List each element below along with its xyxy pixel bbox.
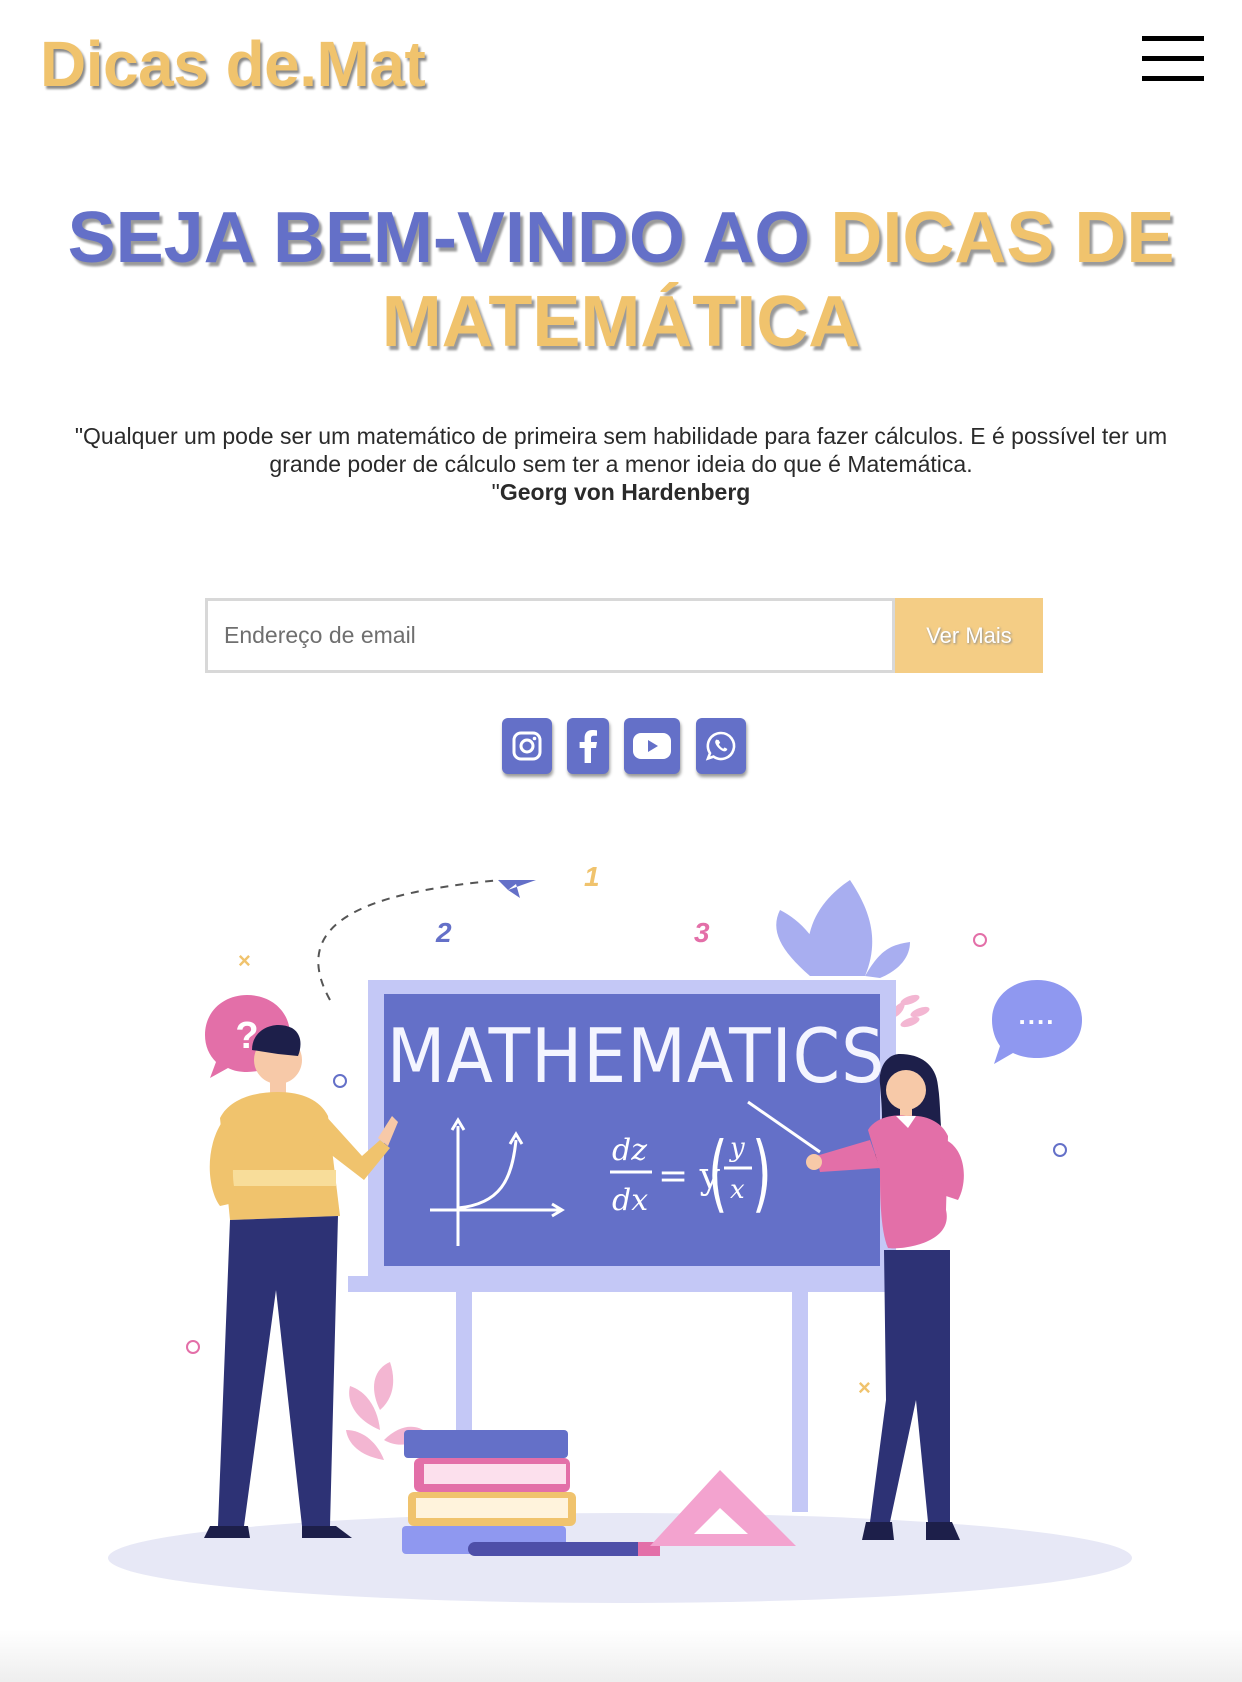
number-2: 2 [435,917,452,948]
quote-close: " [491,479,500,505]
bottom-fade [0,1630,1242,1682]
email-input[interactable] [205,598,895,673]
instagram-button[interactable] [502,718,552,774]
svg-text:): ) [752,1126,772,1223]
whatsapp-button[interactable] [696,718,746,774]
cross-mark-right: × [858,1375,871,1400]
youtube-button[interactable] [624,718,680,774]
paper-plane [498,880,536,898]
equation-dx: dx [612,1183,648,1218]
speech-dots: .... [1019,1000,1056,1030]
math-classroom-illustration: 1 2 3 × × ? .... MATHEMATICS dz dx = y (… [108,861,1132,1603]
quote-text: "Qualquer um pode ser um matemático de p… [74,423,1168,477]
ver-mais-button[interactable]: Ver Mais [895,598,1043,673]
hamburger-menu-icon[interactable] [1142,36,1204,82]
cross-mark-left: × [238,948,251,973]
board-title: MATHEMATICS [387,1013,886,1100]
whatsapp-icon [705,731,736,761]
facebook-icon [579,730,597,763]
hero-title: SEJA BEM-VINDO AO DICAS DE MATEMÁTICA [20,196,1222,364]
number-1: 1 [584,861,600,892]
quote: "Qualquer um pode ser um matemático de p… [40,422,1202,506]
facebook-button[interactable] [567,718,609,774]
question-mark: ? [235,1015,258,1057]
site-logo[interactable]: Dicas de.Mat [40,26,426,102]
svg-text:(: ( [708,1126,728,1223]
leaf-decoration [776,880,910,978]
equation-frac-y: y [729,1133,745,1163]
equation-dz: dz [612,1133,647,1168]
quote-author: Georg von Hardenberg [499,479,751,505]
email-form: Ver Mais [205,598,1043,673]
youtube-icon [633,733,671,759]
hero-title-welcome: SEJA BEM-VINDO AO [67,198,831,278]
equation-frac-x: x [730,1175,745,1205]
triangle-ruler [650,1470,796,1546]
instagram-icon [512,731,542,761]
number-3: 3 [694,917,710,948]
page: Dicas de.Mat SEJA BEM-VINDO AO DICAS DE … [0,0,1242,1682]
ground-shadow [108,1513,1132,1603]
dots-bubble: .... [992,980,1082,1064]
